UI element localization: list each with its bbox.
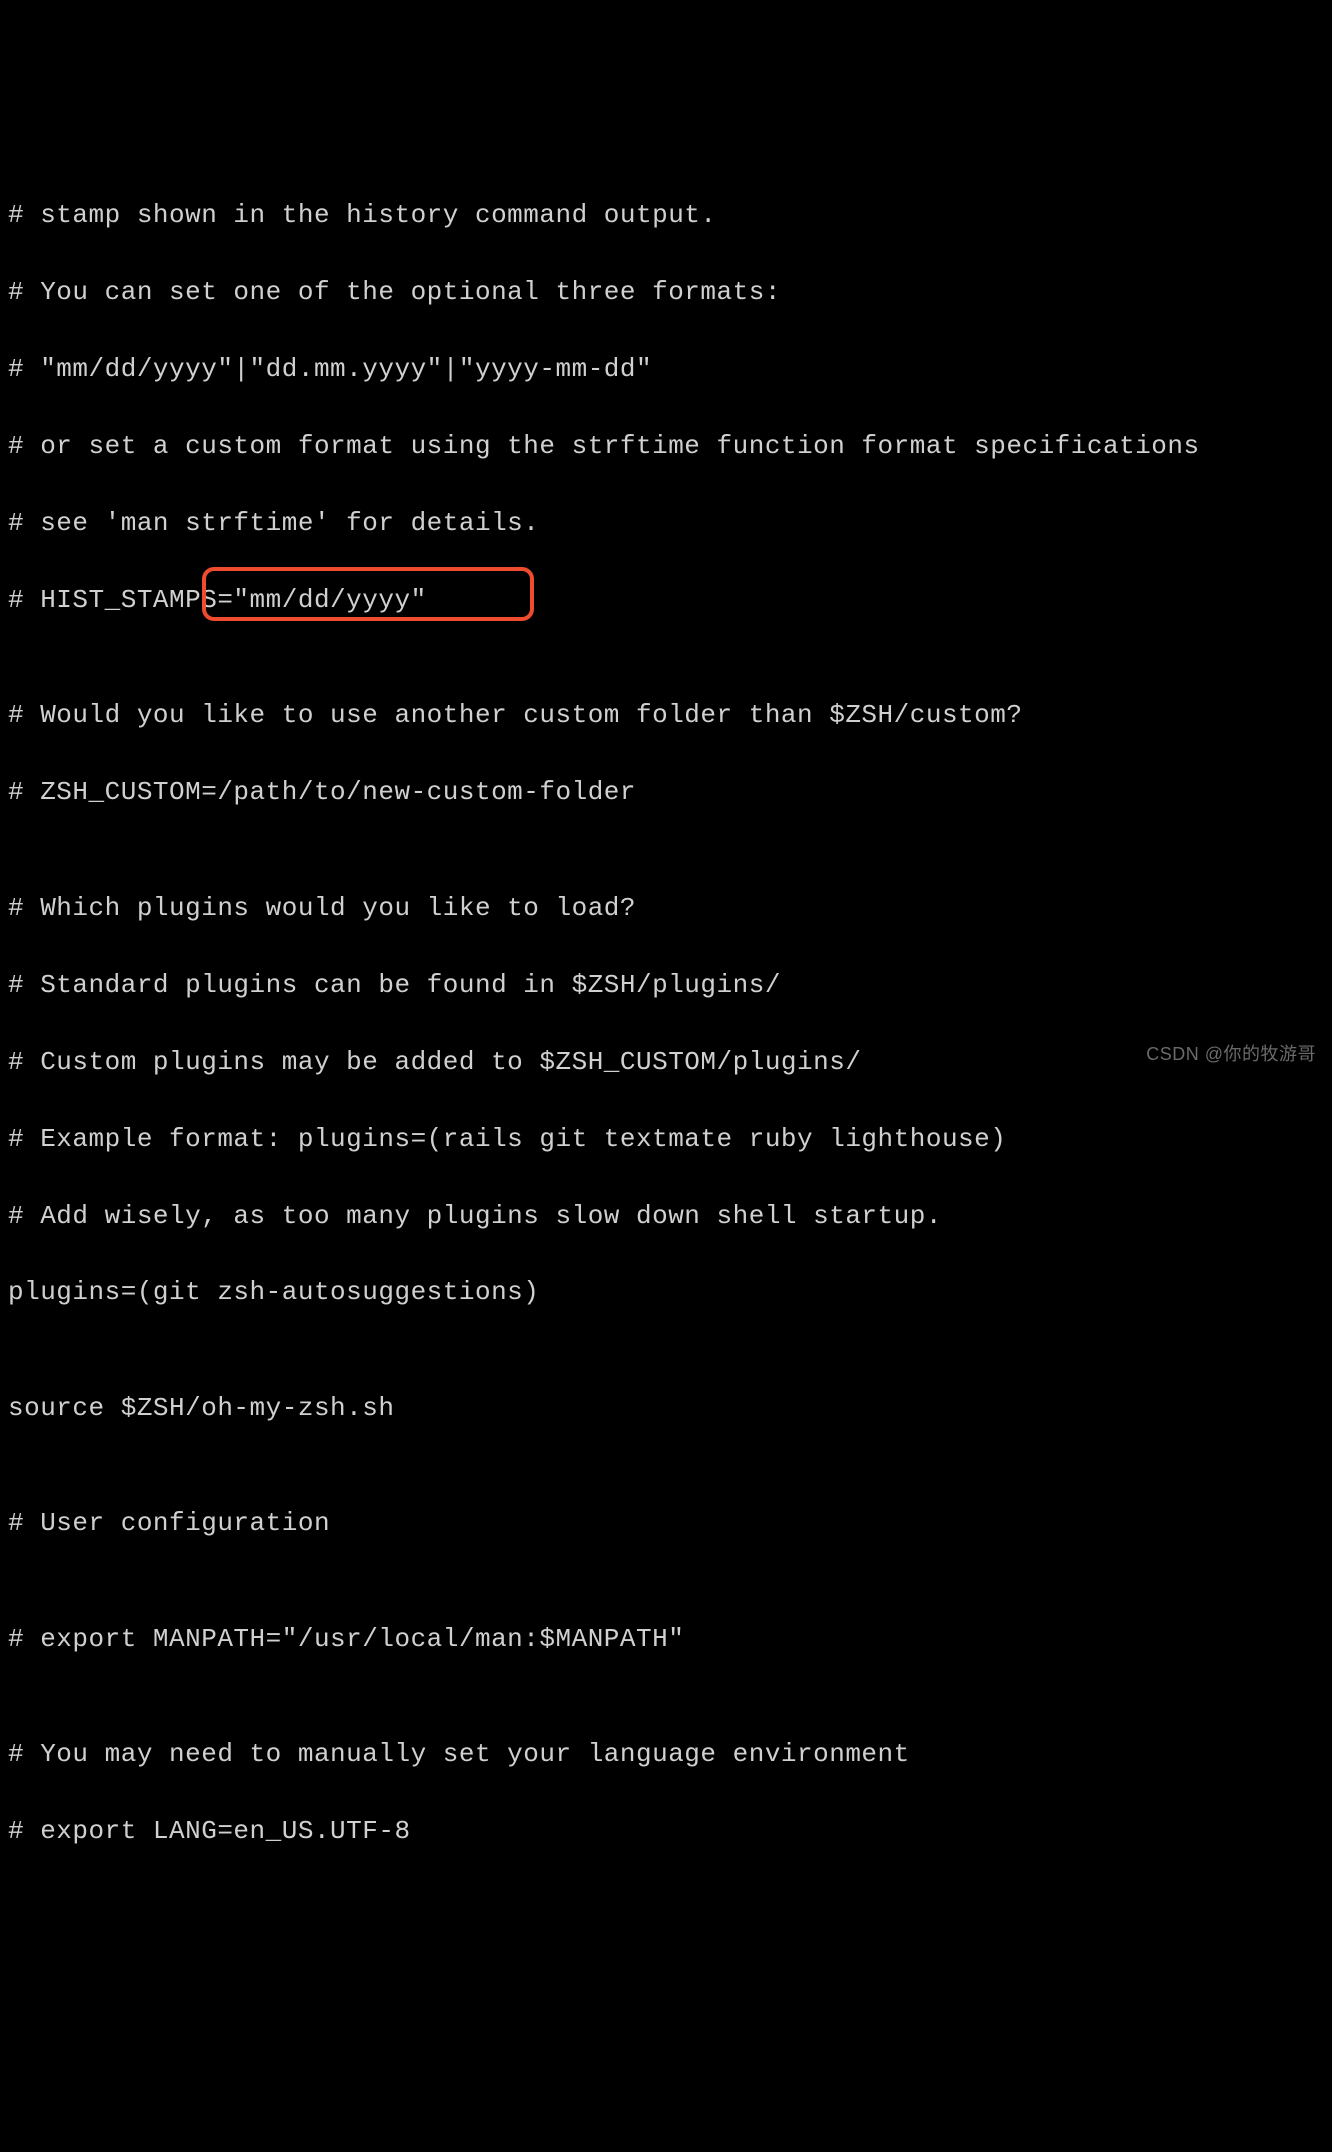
code-line: # HIST_STAMPS="mm/dd/yyyy" — [8, 581, 1324, 619]
code-line: # export LANG=en_US.UTF-8 — [8, 1812, 1324, 1850]
code-line: # Example format: plugins=(rails git tex… — [8, 1120, 1324, 1158]
code-line: # or set a custom format using the strft… — [8, 427, 1324, 465]
code-line: # Which plugins would you like to load? — [8, 889, 1324, 927]
code-line: # Standard plugins can be found in $ZSH/… — [8, 966, 1324, 1004]
code-line: # You can set one of the optional three … — [8, 273, 1324, 311]
code-line: source $ZSH/oh-my-zsh.sh — [8, 1389, 1324, 1427]
terminal-output: # stamp shown in the history command out… — [0, 154, 1332, 1893]
code-line: # Add wisely, as too many plugins slow d… — [8, 1197, 1324, 1235]
code-line: # "mm/dd/yyyy"|"dd.mm.yyyy"|"yyyy-mm-dd" — [8, 350, 1324, 388]
code-line: # see 'man strftime' for details. — [8, 504, 1324, 542]
code-line: # Custom plugins may be added to $ZSH_CU… — [8, 1043, 1324, 1081]
code-line-plugins: plugins=(git zsh-autosuggestions) — [8, 1273, 1324, 1311]
code-line: # export MANPATH="/usr/local/man:$MANPAT… — [8, 1620, 1324, 1658]
code-line: # User configuration — [8, 1504, 1324, 1542]
watermark-text: CSDN @你的牧游哥 — [1146, 1041, 1316, 1068]
code-line: # stamp shown in the history command out… — [8, 196, 1324, 234]
code-line: # ZSH_CUSTOM=/path/to/new-custom-folder — [8, 773, 1324, 811]
code-line: # Would you like to use another custom f… — [8, 696, 1324, 734]
code-line: # You may need to manually set your lang… — [8, 1735, 1324, 1773]
